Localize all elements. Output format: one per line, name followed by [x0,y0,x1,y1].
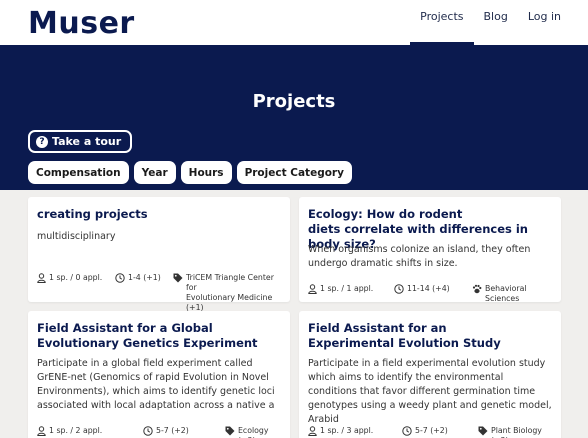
person-icon [308,284,317,294]
project-description: Participate in a field experimental evol… [308,358,552,425]
filter-project-category[interactable]: Project Category [236,161,352,184]
category-text: Ecology (+2) [238,426,269,438]
page-title: Projects [252,91,336,112]
clock-icon [115,273,125,283]
nav-projects[interactable]: Projects [410,0,474,45]
applicants-info: 1 sp. / 1 appl. [308,284,373,294]
filter-year[interactable]: Year [133,161,176,184]
take-tour-label: Take a tour [52,135,122,148]
tag-icon [225,426,235,436]
project-description: multidisciplinary [37,231,116,242]
nav-login[interactable]: Log in [518,0,571,45]
question-icon: ? [36,135,48,148]
project-description: Participate in a global field experiment… [37,358,275,411]
filter-compensation[interactable]: Compensation [28,161,129,184]
paw-icon [472,284,482,294]
project-title[interactable]: Field Assistant for a Global Evolutionar… [37,321,281,351]
project-title[interactable]: Field Assistant for an Experimental Evol… [308,321,552,351]
category-text: Plant Biology (+2) [491,426,542,438]
clock-icon [143,426,153,436]
top-bar: Muser Projects Blog Log in [0,0,588,45]
take-tour-button[interactable]: ? Take a tour [28,130,133,153]
hours-text: 5-7 (+2) [156,426,189,435]
hours-info: 5-7 (+2) [402,426,448,436]
filter-hours[interactable]: Hours [180,161,232,184]
person-icon [37,273,46,283]
muser-logo[interactable]: Muser [28,6,135,41]
category-info: Behavioral Sciences [472,284,552,304]
project-card[interactable]: Field Assistant for an Experimental Evol… [299,311,561,438]
nav-blog[interactable]: Blog [474,0,518,45]
clock-icon [394,284,404,294]
hours-info: 5-7 (+2) [143,426,189,436]
person-icon [37,426,46,436]
category-info: TriCEM Triangle Center for Evolutionary … [173,273,281,313]
clock-icon [402,426,412,436]
hero-banner: Projects ? Take a tour Compensation Year… [0,45,588,190]
hours-info: 1-4 (+1) [115,273,161,283]
main-nav: Projects Blog Log in [410,0,588,45]
category-text: TriCEM Triangle Center for Evolutionary … [186,273,274,312]
tag-icon [173,273,183,283]
applicants-text: 1 sp. / 2 appl. [49,426,103,435]
applicants-text: 1 sp. / 0 appl. [49,273,103,282]
applicants-info: 1 sp. / 0 appl. [37,273,102,283]
project-card[interactable]: Ecology: How do rodent diets correlate w… [299,197,561,304]
applicants-text: 1 sp. / 1 appl. [320,284,374,293]
category-info: Ecology (+2) [225,426,281,438]
applicants-info: 1 sp. / 3 appl. [308,426,373,436]
applicants-info: 1 sp. / 2 appl. [37,426,102,436]
hours-info: 11-14 (+4) [394,284,450,294]
project-description: When organisms colonize an island, they … [308,244,531,269]
category-text: Behavioral Sciences [485,284,527,303]
project-card[interactable]: Field Assistant for a Global Evolutionar… [28,311,290,438]
hours-text: 1-4 (+1) [128,273,161,282]
project-card[interactable]: creating projects multidisciplinary 1 sp… [28,197,290,312]
category-info: Plant Biology (+2) [478,426,552,438]
applicants-text: 1 sp. / 3 appl. [320,426,374,435]
tag-icon [478,426,488,436]
hours-text: 5-7 (+2) [415,426,448,435]
hours-text: 11-14 (+4) [407,284,450,293]
filter-bar: Compensation Year Hours Project Category [28,161,352,184]
person-icon [308,426,317,436]
project-title[interactable]: creating projects [37,207,281,222]
